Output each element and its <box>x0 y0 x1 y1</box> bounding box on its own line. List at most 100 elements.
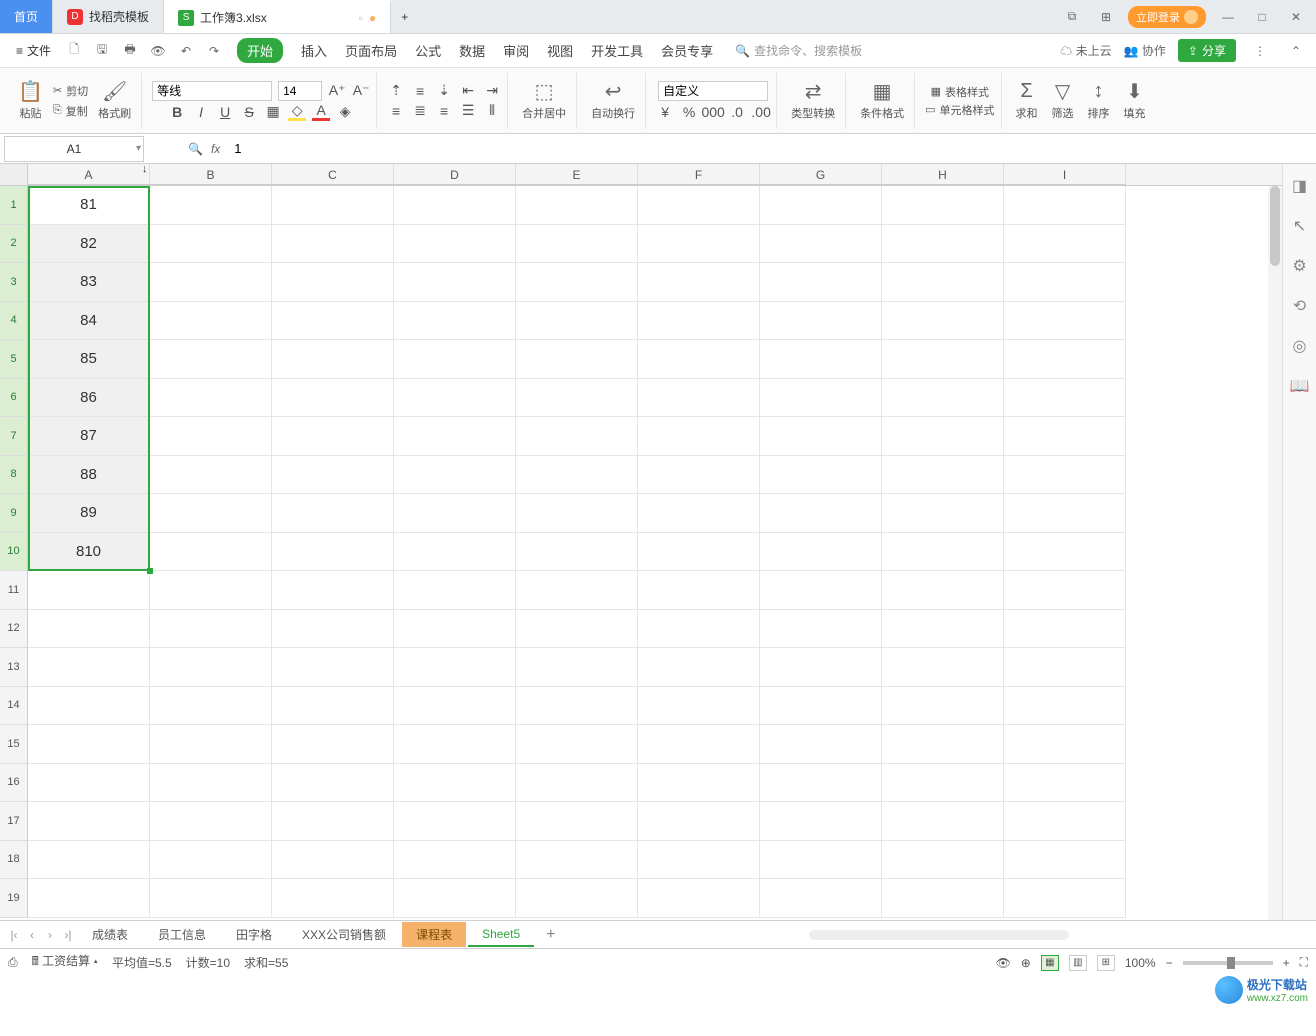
zoom-out-icon[interactable]: − <box>1166 956 1173 970</box>
cell[interactable] <box>638 879 760 918</box>
cell[interactable] <box>516 340 638 379</box>
chevron-up-icon[interactable]: ⌃ <box>1284 44 1308 58</box>
cell[interactable] <box>638 456 760 495</box>
cell[interactable] <box>1004 725 1126 764</box>
new-file-icon[interactable]: 🗋 <box>65 42 83 60</box>
strikethrough-button[interactable]: S <box>240 103 258 121</box>
calc-shortcut[interactable]: 🖩 工资结算 ▴ <box>32 952 98 973</box>
cell[interactable] <box>150 263 272 302</box>
cell[interactable] <box>272 379 394 418</box>
cell[interactable] <box>516 456 638 495</box>
name-box[interactable]: A1 ▾ <box>4 136 144 162</box>
zoom-in-icon[interactable]: + <box>1283 956 1290 970</box>
cell[interactable] <box>272 263 394 302</box>
cell[interactable] <box>638 494 760 533</box>
zoom-value[interactable]: 100% <box>1125 956 1156 970</box>
fullscreen-icon[interactable]: ⛶ <box>1300 955 1308 970</box>
indent-decrease-icon[interactable]: ⇤ <box>459 82 477 100</box>
tab-template[interactable]: D 找稻壳模板 <box>53 0 164 33</box>
cell[interactable] <box>28 802 150 841</box>
cell[interactable] <box>638 533 760 572</box>
align-top-icon[interactable]: ⇡ <box>387 82 405 100</box>
sort-button[interactable]: ↕排序 <box>1084 79 1114 123</box>
cell[interactable] <box>1004 340 1126 379</box>
spreadsheet-grid[interactable]: A B C D E F G H I ↓ 18128238348458568678… <box>0 164 1282 920</box>
maximize-icon[interactable]: □ <box>1250 10 1274 24</box>
cell[interactable] <box>516 687 638 726</box>
cell[interactable] <box>1004 571 1126 610</box>
view-page-icon[interactable]: ▥ <box>1069 955 1087 971</box>
sheet-nav-last-icon[interactable]: ›| <box>60 928 76 942</box>
cell[interactable] <box>882 379 1004 418</box>
cell[interactable] <box>1004 802 1126 841</box>
cell[interactable] <box>1004 417 1126 456</box>
cell[interactable] <box>1004 841 1126 880</box>
cell[interactable] <box>638 302 760 341</box>
status-mode-icon[interactable]: ⎙ <box>8 955 18 970</box>
eye-icon[interactable]: 👁 <box>996 956 1011 970</box>
sheet-tab[interactable]: 员工信息 <box>144 922 220 947</box>
backup-icon[interactable]: ⟲ <box>1293 296 1306 316</box>
cell[interactable] <box>272 494 394 533</box>
cell[interactable] <box>150 417 272 456</box>
cell[interactable] <box>272 687 394 726</box>
cell[interactable] <box>1004 533 1126 572</box>
font-size-select[interactable] <box>278 81 322 101</box>
cell[interactable] <box>760 610 882 649</box>
cell[interactable] <box>1004 648 1126 687</box>
cell[interactable] <box>516 263 638 302</box>
cell[interactable] <box>272 764 394 803</box>
formula-input[interactable] <box>228 137 1316 161</box>
cell[interactable]: 84 <box>28 302 150 341</box>
cell[interactable] <box>760 687 882 726</box>
cell[interactable] <box>882 302 1004 341</box>
menu-tab-formula[interactable]: 公式 <box>415 41 441 60</box>
cell[interactable] <box>516 302 638 341</box>
row-header[interactable]: 4 <box>0 302 28 341</box>
sheet-tab[interactable]: 成绩表 <box>78 922 142 947</box>
target-icon[interactable]: ◎ <box>1293 336 1307 356</box>
cell[interactable] <box>882 417 1004 456</box>
cell[interactable] <box>28 841 150 880</box>
cell[interactable] <box>516 225 638 264</box>
align-left-icon[interactable]: ≡ <box>387 102 405 120</box>
table-style-button[interactable]: ▦表格样式 <box>931 84 989 100</box>
indent-increase-icon[interactable]: ⇥ <box>483 82 501 100</box>
cell[interactable]: 88 <box>28 456 150 495</box>
cell[interactable] <box>1004 494 1126 533</box>
panel-toggle-icon[interactable]: ◨ <box>1292 176 1307 196</box>
cell[interactable] <box>516 379 638 418</box>
col-header-G[interactable]: G <box>760 164 882 185</box>
font-color-button[interactable]: A <box>312 103 330 121</box>
border-button[interactable]: ▦ <box>264 103 282 121</box>
increase-font-icon[interactable]: A⁺ <box>328 82 346 100</box>
cell[interactable] <box>638 571 760 610</box>
scrollbar-thumb[interactable] <box>1270 186 1280 266</box>
cell[interactable] <box>882 225 1004 264</box>
cell[interactable] <box>1004 263 1126 302</box>
copy-button[interactable]: ⎘复制 <box>53 103 88 119</box>
menu-tab-member[interactable]: 会员专享 <box>661 41 713 60</box>
row-header[interactable]: 2 <box>0 225 28 264</box>
cell[interactable] <box>638 648 760 687</box>
row-header[interactable]: 6 <box>0 379 28 418</box>
cut-button[interactable]: ✂剪切 <box>53 83 88 99</box>
cell[interactable] <box>394 610 516 649</box>
cell[interactable] <box>150 610 272 649</box>
cell[interactable] <box>150 533 272 572</box>
cell[interactable] <box>272 879 394 918</box>
zoom-icon[interactable]: 🔍 <box>188 142 203 156</box>
cell[interactable] <box>516 610 638 649</box>
cell[interactable]: 810 <box>28 533 150 572</box>
menu-tab-devtools[interactable]: 开发工具 <box>591 41 643 60</box>
currency-icon[interactable]: ¥ <box>656 103 674 121</box>
cell[interactable] <box>394 263 516 302</box>
cell[interactable] <box>638 725 760 764</box>
cell[interactable] <box>760 186 882 225</box>
cell[interactable] <box>394 417 516 456</box>
cell[interactable] <box>28 687 150 726</box>
cell[interactable] <box>150 879 272 918</box>
cell[interactable] <box>1004 764 1126 803</box>
cell[interactable] <box>638 610 760 649</box>
cell[interactable] <box>272 533 394 572</box>
